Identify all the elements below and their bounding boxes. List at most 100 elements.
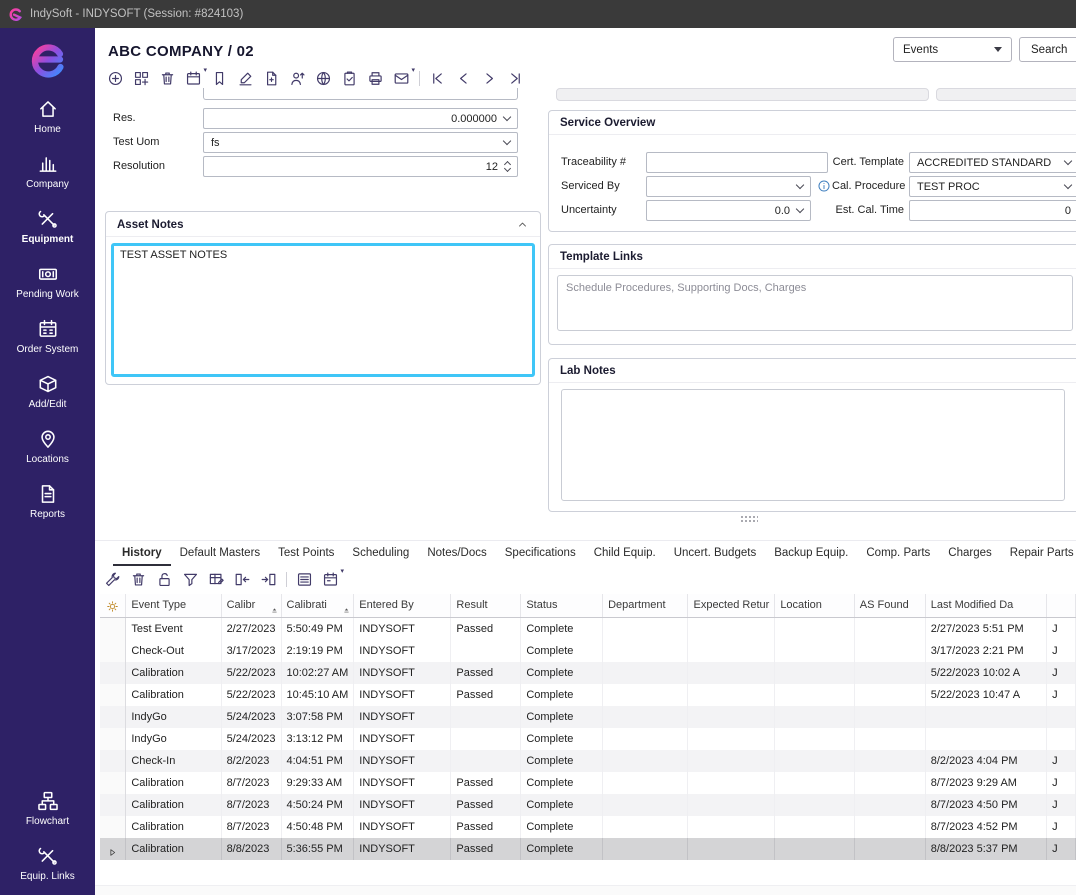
sidebar-item-locations[interactable]: Locations — [0, 419, 95, 474]
tab-notes-docs[interactable]: Notes/Docs — [418, 542, 495, 566]
tab-default-masters[interactable]: Default Masters — [171, 542, 270, 566]
print-icon[interactable] — [367, 70, 384, 87]
grid-header-calibr[interactable]: Calibr — [221, 594, 281, 618]
delete-icon[interactable] — [159, 70, 176, 87]
tab-comp-parts[interactable]: Comp. Parts — [857, 542, 939, 566]
row-gutter[interactable] — [100, 728, 126, 750]
row-gutter[interactable] — [100, 772, 126, 794]
traceability-input[interactable] — [646, 152, 828, 173]
nav-next-icon[interactable] — [481, 70, 498, 87]
resolution-input[interactable]: 12 — [203, 156, 518, 177]
tab-child-equip[interactable]: Child Equip. — [585, 542, 665, 566]
history-row[interactable]: IndyGo5/24/20233:13:12 PMINDYSOFTComplet… — [100, 728, 1076, 750]
history-row[interactable]: Check-In8/2/20234:04:51 PMINDYSOFTComple… — [100, 750, 1076, 772]
grid-header-event-type[interactable]: Event Type — [126, 594, 221, 618]
event-calendar-icon[interactable] — [185, 70, 202, 87]
import-left-icon[interactable] — [234, 571, 251, 588]
test-uom-input[interactable]: fs — [203, 132, 518, 153]
tab-scheduling[interactable]: Scheduling — [343, 542, 418, 566]
est-cal-time-input[interactable]: 0 — [909, 200, 1076, 221]
grid-header-department[interactable]: Department — [603, 594, 688, 618]
grid-header-calibrati[interactable]: Calibrati — [281, 594, 354, 618]
info-icon[interactable] — [817, 179, 831, 193]
history-row[interactable]: Check-Out3/17/20232:19:19 PMINDYSOFTComp… — [100, 640, 1076, 662]
tab-history[interactable]: History — [113, 542, 171, 566]
grid-header-as-found[interactable]: AS Found — [854, 594, 925, 618]
template-links-box[interactable]: Schedule Procedures, Supporting Docs, Ch… — [557, 275, 1073, 331]
row-gutter[interactable] — [100, 684, 126, 706]
lab-notes-textarea[interactable] — [561, 389, 1065, 501]
clipboard-check-icon[interactable] — [341, 70, 358, 87]
row-gutter[interactable] — [100, 750, 126, 772]
sidebar-item-flowchart[interactable]: Flowchart — [0, 781, 95, 836]
events-dropdown[interactable]: Events — [893, 37, 1012, 62]
splitter-grip[interactable] — [740, 515, 758, 522]
row-gutter[interactable] — [100, 662, 126, 684]
history-row[interactable]: Calibration8/7/20239:29:33 AMINDYSOFTPas… — [100, 772, 1076, 794]
row-gutter[interactable] — [100, 618, 126, 641]
history-row[interactable]: Calibration8/7/20234:50:24 PMINDYSOFTPas… — [100, 794, 1076, 816]
row-gutter[interactable] — [100, 640, 126, 662]
spinner-icon[interactable] — [505, 162, 510, 171]
tab-test-points[interactable]: Test Points — [269, 542, 343, 566]
history-row[interactable]: Calibration8/7/20234:50:48 PMINDYSOFTPas… — [100, 816, 1076, 838]
filter-icon[interactable] — [182, 571, 199, 588]
grid-header-location[interactable]: Location — [775, 594, 854, 618]
sidebar-item-reports[interactable]: Reports — [0, 474, 95, 529]
row-gutter[interactable] — [100, 706, 126, 728]
grid-add-icon[interactable] — [133, 70, 150, 87]
clipped-input[interactable] — [203, 88, 518, 100]
tab-backup-equip[interactable]: Backup Equip. — [765, 542, 857, 566]
nav-last-icon[interactable] — [507, 70, 524, 87]
grid-header-result[interactable]: Result — [451, 594, 521, 618]
history-row[interactable]: Calibration5/22/202310:45:10 AMINDYSOFTP… — [100, 684, 1076, 706]
tab-charges[interactable]: Charges — [939, 542, 1000, 566]
tab-repair-parts[interactable]: Repair Parts — [1001, 542, 1076, 566]
table-edit-icon[interactable] — [208, 571, 225, 588]
grid-header-last-modified-da[interactable]: Last Modified Da — [925, 594, 1046, 618]
history-row[interactable]: Calibration5/22/202310:02:27 AMINDYSOFTP… — [100, 662, 1076, 684]
history-row[interactable]: IndyGo5/24/20233:07:58 PMINDYSOFTComplet… — [100, 706, 1076, 728]
history-row[interactable]: Test Event2/27/20235:50:49 PMINDYSOFTPas… — [100, 618, 1076, 641]
sidebar-item-home[interactable]: Home — [0, 89, 95, 144]
list-view-icon[interactable] — [296, 571, 313, 588]
import-right-icon[interactable] — [260, 571, 277, 588]
grid-header-col-12[interactable] — [1047, 594, 1076, 618]
row-gutter[interactable] — [100, 794, 126, 816]
document-add-icon[interactable] — [263, 70, 280, 87]
grid-header-entered-by[interactable]: Entered By — [354, 594, 451, 618]
serviced-by-dropdown[interactable] — [646, 176, 811, 197]
mail-icon[interactable] — [393, 70, 410, 87]
row-gutter[interactable] — [100, 816, 126, 838]
globe-check-icon[interactable] — [315, 70, 332, 87]
delete-icon[interactable] — [130, 571, 147, 588]
row-gutter[interactable] — [100, 838, 126, 860]
collapse-chevron-icon[interactable] — [516, 218, 529, 231]
unlock-icon[interactable] — [156, 571, 173, 588]
cal-procedure-dropdown[interactable]: TEST PROC — [909, 176, 1076, 197]
sidebar-item-add-edit[interactable]: Add/Edit — [0, 364, 95, 419]
grid-header-expected-retur[interactable]: Expected Retur — [688, 594, 775, 618]
tab-uncert-budgets[interactable]: Uncert. Budgets — [665, 542, 765, 566]
tab-specifications[interactable]: Specifications — [496, 542, 585, 566]
asset-notes-textarea[interactable]: TEST ASSET NOTES — [111, 243, 535, 377]
sidebar-item-equip-links[interactable]: Equip. Links — [0, 836, 95, 891]
sidebar-item-equipment[interactable]: Equipment — [0, 199, 95, 254]
edit-icon[interactable] — [237, 70, 254, 87]
grid-header-options[interactable] — [100, 594, 126, 618]
sidebar-item-pending-work[interactable]: Pending Work — [0, 254, 95, 309]
grid-header-status[interactable]: Status — [521, 594, 603, 618]
add-icon[interactable] — [107, 70, 124, 87]
res-input[interactable]: 0.000000 — [203, 108, 518, 129]
nav-prev-icon[interactable] — [455, 70, 472, 87]
tools-icon[interactable] — [104, 571, 121, 588]
user-upload-icon[interactable] — [289, 70, 306, 87]
sidebar-item-order-system[interactable]: Order System — [0, 309, 95, 364]
sidebar-item-company[interactable]: Company — [0, 144, 95, 199]
cert-template-dropdown[interactable]: ACCREDITED STANDARD — [909, 152, 1076, 173]
spinner-down-icon[interactable] — [504, 165, 511, 172]
template-links-text[interactable]: Schedule Procedures, Supporting Docs, Ch… — [566, 282, 806, 294]
bookmark-icon[interactable] — [211, 70, 228, 87]
nav-first-icon[interactable] — [429, 70, 446, 87]
uncertainty-input[interactable]: 0.0 — [646, 200, 811, 221]
